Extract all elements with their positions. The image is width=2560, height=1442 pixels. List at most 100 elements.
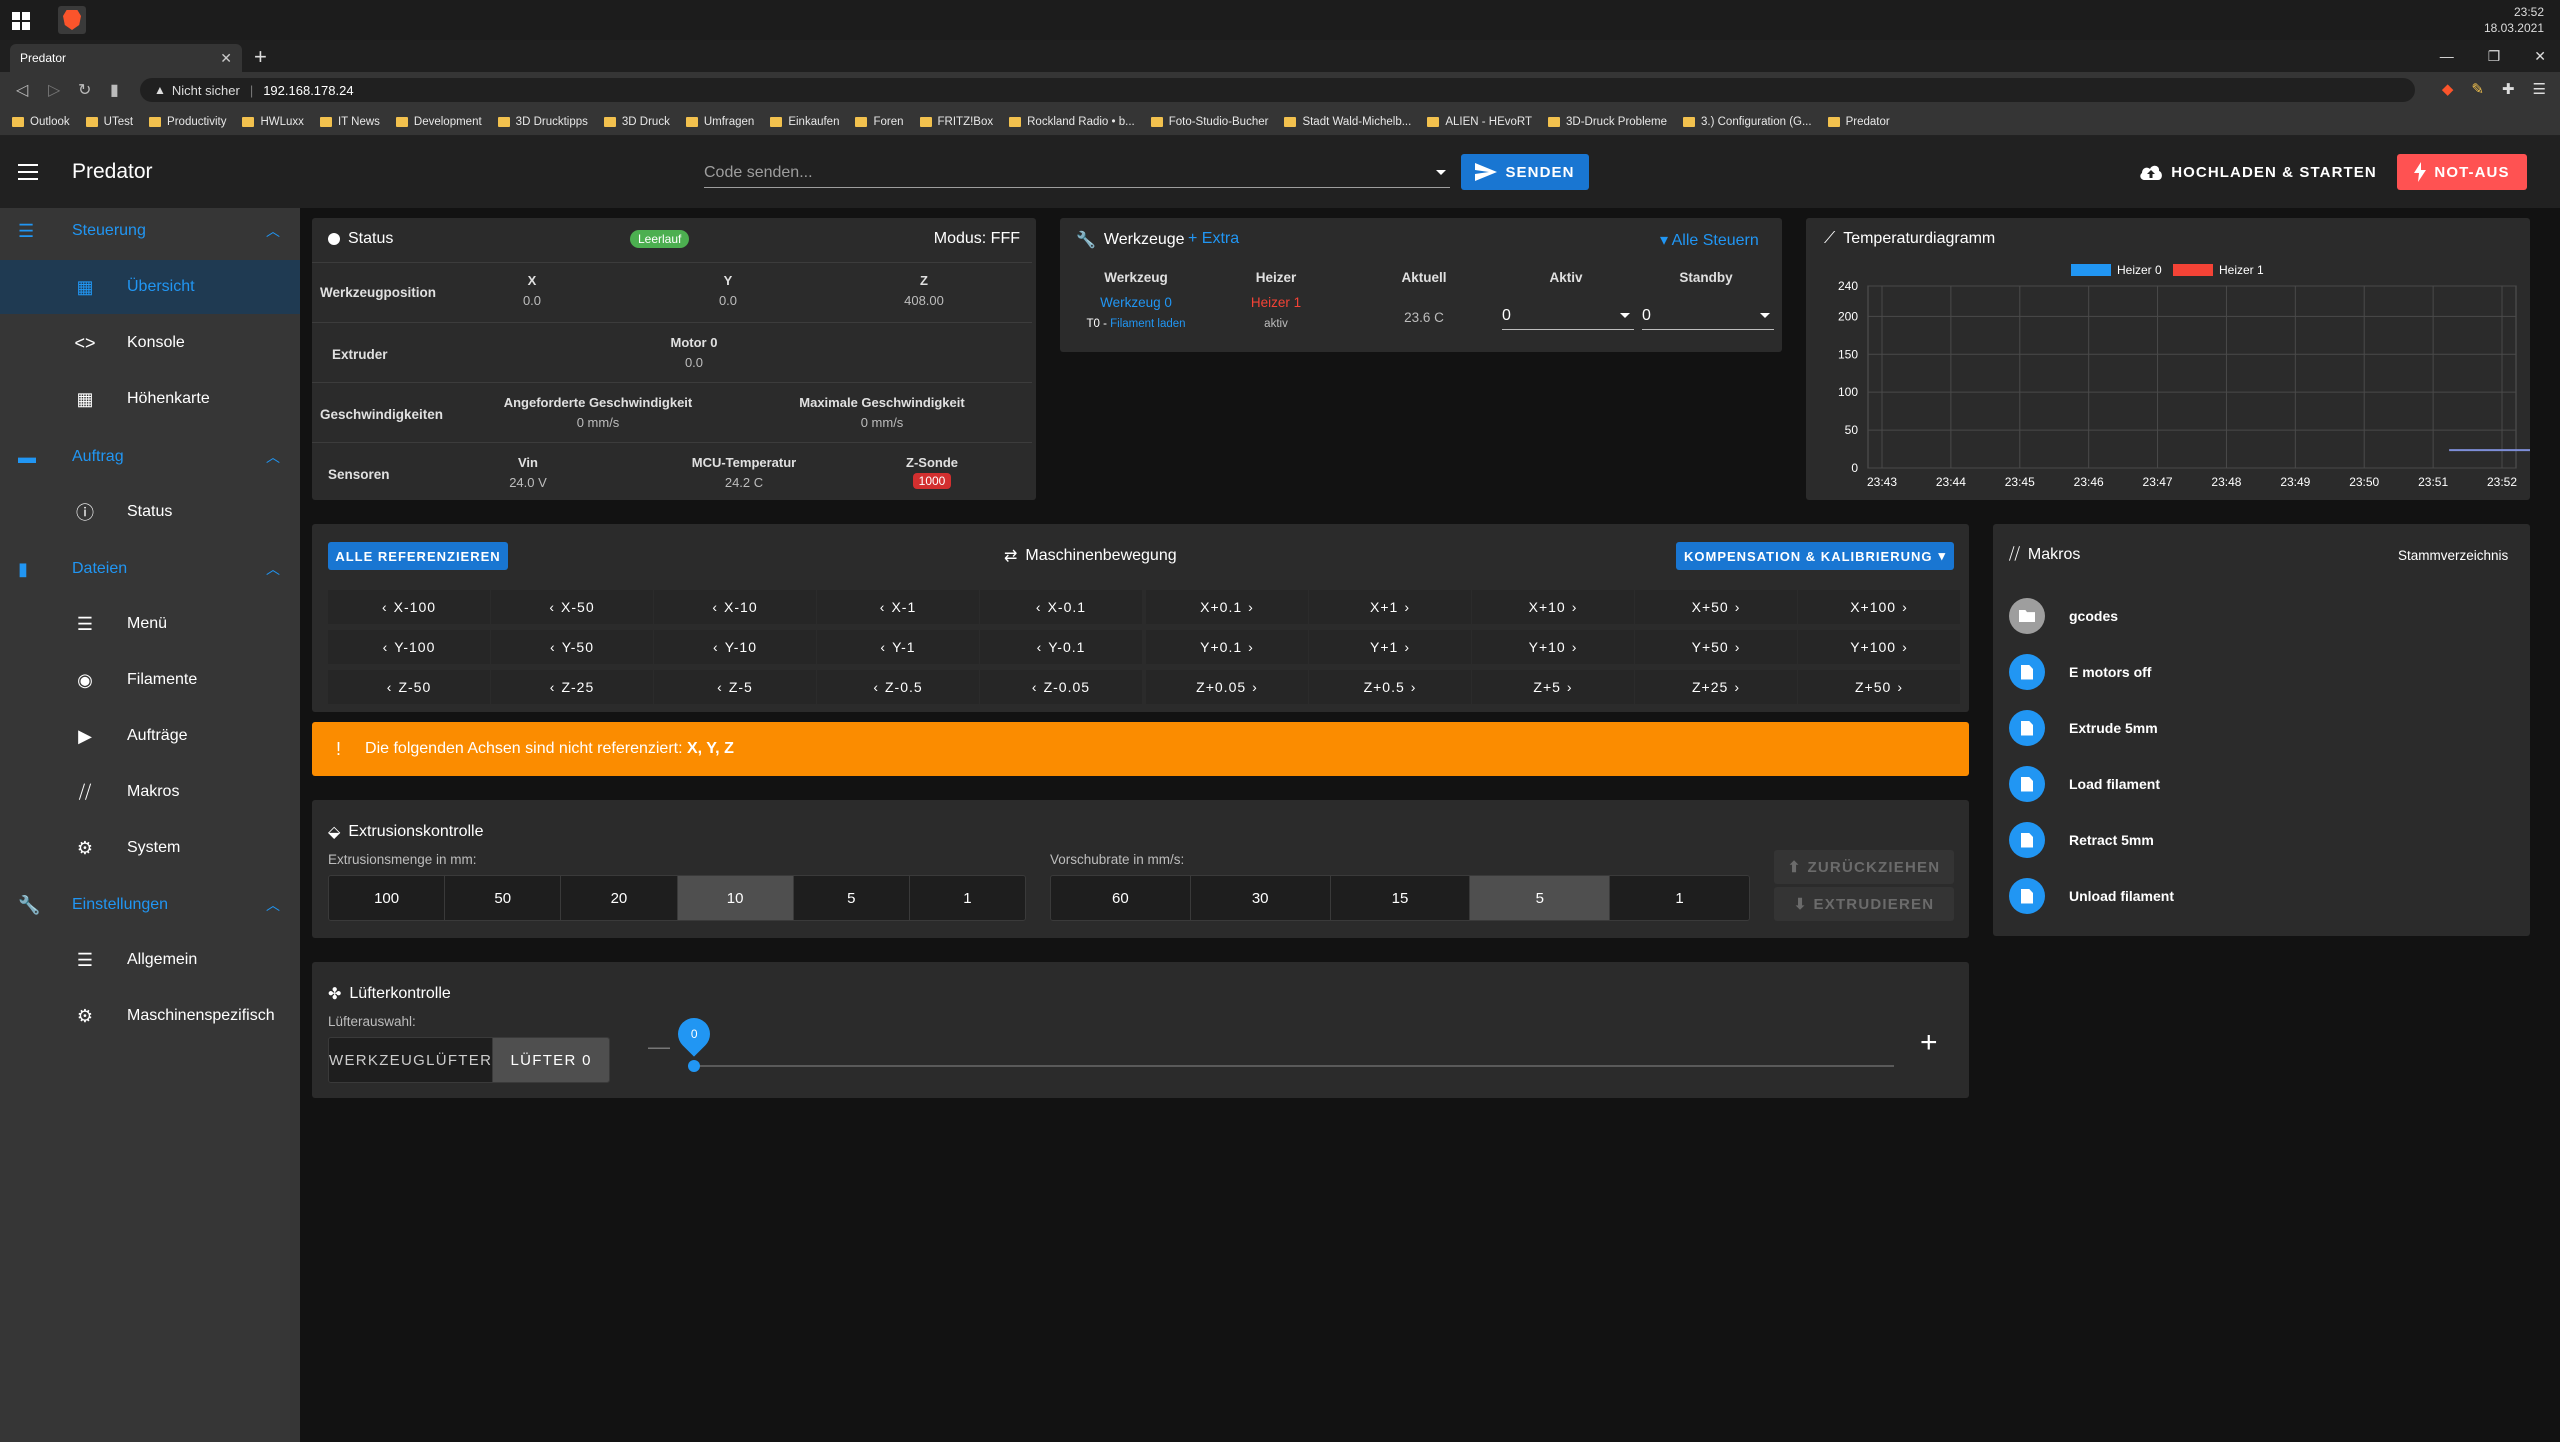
bookmark-item[interactable]: Foto-Studio-Bucher (1150, 116, 1268, 128)
move-button[interactable]: ‹ Z-5 (654, 670, 816, 704)
sidebar-group-job[interactable]: ▬ Auftrag ︿ (0, 434, 300, 480)
sidebar-item-machine-specific[interactable]: ⚙ Maschinenspezifisch (0, 989, 300, 1043)
macro-item[interactable]: Retract 5mm (2009, 822, 2154, 858)
sidebar-item-overview[interactable]: ▦ Übersicht (0, 260, 300, 314)
reload-icon[interactable]: ↻ (78, 80, 91, 100)
bookmark-item[interactable]: ALIEN - HEvoRT (1427, 116, 1532, 128)
move-button[interactable]: Z+50 › (1798, 670, 1960, 704)
all-control-dropdown[interactable]: ▾ Alle Steuern (1660, 230, 1759, 250)
macro-item[interactable]: Load filament (2009, 766, 2160, 802)
fan-slider-thumb[interactable] (688, 1060, 700, 1072)
compensation-calibration-button[interactable]: KOMPENSATION & KALIBRIERUNG ▾ (1676, 542, 1954, 570)
amount-option[interactable]: 50 (445, 876, 562, 920)
decrease-fan-icon[interactable]: — (648, 1034, 670, 1060)
bookmark-item[interactable]: Predator (1827, 116, 1890, 128)
extra-link[interactable]: + Extra (1188, 230, 1239, 248)
upload-and-start-button[interactable]: HOCHLADEN & STARTEN (2138, 154, 2378, 190)
bookmark-item[interactable]: IT News (319, 116, 380, 128)
address-bar[interactable]: ▲ Nicht sicher | 192.168.178.24 (140, 78, 2415, 102)
move-button[interactable]: Y+0.1 › (1146, 630, 1308, 664)
close-window-icon[interactable]: ✕ (2534, 48, 2546, 65)
amount-option[interactable]: 10 (677, 876, 794, 920)
menu-icon[interactable]: ☰ (2533, 80, 2546, 98)
feed-option[interactable]: 15 (1330, 876, 1471, 920)
macro-item[interactable]: gcodes (2009, 598, 2118, 634)
sidebar-item-console[interactable]: <> Konsole (0, 316, 300, 370)
close-tab-icon[interactable]: ✕ (220, 50, 232, 67)
browser-tab[interactable]: Predator ✕ (10, 44, 242, 72)
extrude-button[interactable]: ⬇ EXTRUDIEREN (1774, 887, 1954, 921)
fan-option-tool-fan[interactable]: WERKZEUGLÜFTER (329, 1038, 494, 1082)
bookmark-item[interactable]: Foren (855, 116, 904, 128)
macro-item[interactable]: E motors off (2009, 654, 2151, 690)
puzzle-icon[interactable]: ✚ (2502, 80, 2515, 98)
move-button[interactable]: X+50 › (1635, 590, 1797, 624)
code-history-dropdown-icon[interactable] (1436, 170, 1446, 175)
bookmark-item[interactable]: 3D Drucktipps (497, 116, 588, 128)
forward-icon[interactable]: ▷ (48, 80, 60, 100)
move-button[interactable]: Y+50 › (1635, 630, 1797, 664)
sidebar-item-status[interactable]: ⓘ Status (0, 485, 300, 539)
code-input[interactable] (704, 158, 1450, 188)
bookmark-item[interactable]: Outlook (12, 116, 70, 128)
move-button[interactable]: ‹ Z-0.5 (817, 670, 979, 704)
move-button[interactable]: ‹ Y-10 (654, 630, 816, 664)
home-all-button[interactable]: ALLE REFERENZIEREN (328, 542, 508, 570)
feed-option[interactable]: 30 (1190, 876, 1331, 920)
active-temp-select[interactable]: 0 (1502, 302, 1634, 330)
move-button[interactable]: X+100 › (1798, 590, 1960, 624)
move-button[interactable]: Z+0.05 › (1146, 670, 1308, 704)
move-button[interactable]: ‹ X-50 (491, 590, 653, 624)
move-button[interactable]: Y+10 › (1472, 630, 1634, 664)
windows-start-icon[interactable] (12, 12, 30, 30)
move-button[interactable]: Z+0.5 › (1309, 670, 1471, 704)
move-button[interactable]: ‹ Z-0.05 (980, 670, 1142, 704)
macro-item[interactable]: Unload filament (2009, 878, 2174, 914)
amount-option[interactable]: 100 (329, 876, 446, 920)
move-button[interactable]: ‹ X-10 (654, 590, 816, 624)
move-button[interactable]: Z+25 › (1635, 670, 1797, 704)
move-button[interactable]: ‹ Y-1 (817, 630, 979, 664)
restore-icon[interactable]: ❐ (2488, 48, 2501, 65)
move-button[interactable]: X+1 › (1309, 590, 1471, 624)
bookmark-item[interactable]: Einkaufen (770, 116, 839, 128)
move-button[interactable]: Y+100 › (1798, 630, 1960, 664)
sidebar-item-heightmap[interactable]: ▦ Höhenkarte (0, 372, 300, 426)
sidebar-group-settings[interactable]: 🔧 Einstellungen ︿ (0, 882, 300, 928)
bookmark-item[interactable]: FRITZ!Box (919, 116, 993, 128)
load-filament-link[interactable]: Filament laden (1110, 318, 1185, 330)
retract-button[interactable]: ⬆ ZURÜCKZIEHEN (1774, 850, 1954, 884)
macro-item[interactable]: Extrude 5mm (2009, 710, 2158, 746)
heater-1-link[interactable]: Heizer 1 (1236, 295, 1316, 310)
bookmark-item[interactable]: Umfragen (685, 116, 754, 128)
bookmark-item[interactable]: 3D Druck (603, 116, 670, 128)
move-button[interactable]: X+0.1 › (1146, 590, 1308, 624)
bookmark-item[interactable]: 3.) Configuration (G... (1683, 116, 1812, 128)
move-button[interactable]: Z+5 › (1472, 670, 1634, 704)
amount-option[interactable]: 1 (909, 876, 1025, 920)
bookmark-item[interactable]: Stadt Wald-Michelb... (1284, 116, 1411, 128)
amount-option[interactable]: 20 (561, 876, 678, 920)
bookmark-item[interactable]: Development (395, 116, 482, 128)
sidebar-item-general[interactable]: ☰ Allgemein (0, 933, 300, 987)
feed-option[interactable]: 60 (1051, 876, 1191, 920)
bookmark-item[interactable]: Productivity (149, 116, 226, 128)
root-breadcrumb[interactable]: Stammverzeichnis (2398, 548, 2508, 563)
send-button[interactable]: SENDEN (1461, 154, 1589, 190)
fan-option-fan-0[interactable]: LÜFTER 0 (493, 1038, 609, 1082)
move-button[interactable]: ‹ Z-50 (328, 670, 490, 704)
move-button[interactable]: ‹ X-100 (328, 590, 490, 624)
fan-slider-track[interactable] (694, 1065, 1894, 1067)
emergency-stop-button[interactable]: NOT-AUS (2397, 154, 2527, 190)
brave-taskbar-icon[interactable] (58, 6, 86, 34)
move-button[interactable]: ‹ X-1 (817, 590, 979, 624)
move-button[interactable]: ‹ Y-0.1 (980, 630, 1142, 664)
sidebar-group-control[interactable]: ☰ Steuerung ︿ (0, 208, 300, 254)
tool-0-link[interactable]: Werkzeug 0 (1076, 295, 1196, 310)
bookmark-icon[interactable]: ▮ (110, 80, 119, 100)
code-input-field[interactable] (704, 163, 1450, 182)
brave-shield-icon[interactable]: ◆ (2442, 80, 2454, 98)
hamburger-menu-icon[interactable] (18, 164, 38, 180)
bookmark-item[interactable]: 3D-Druck Probleme (1548, 116, 1667, 128)
increase-fan-icon[interactable]: + (1920, 1026, 1938, 1060)
